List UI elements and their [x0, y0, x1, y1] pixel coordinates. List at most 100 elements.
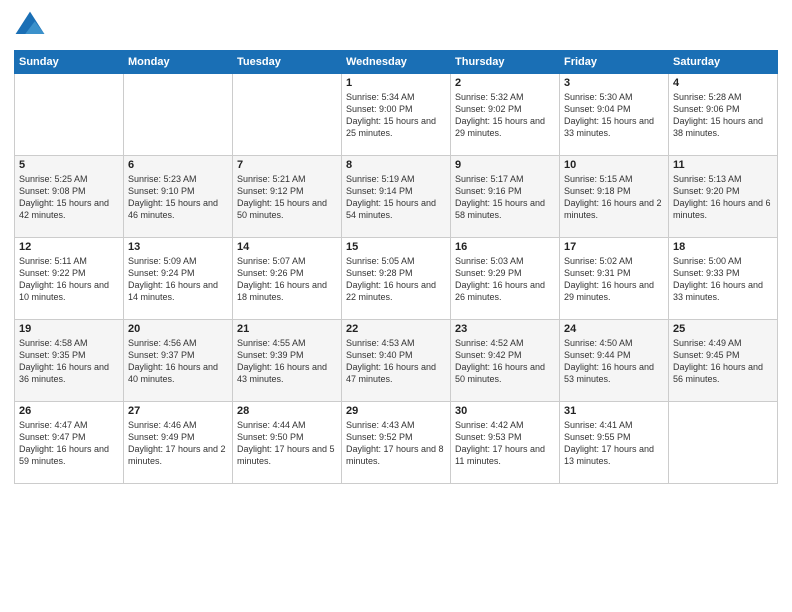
day-number: 23: [455, 323, 555, 335]
day-info: Sunrise: 5:13 AM Sunset: 9:20 PM Dayligh…: [673, 173, 773, 222]
day-number: 31: [564, 405, 664, 417]
day-info: Sunrise: 4:53 AM Sunset: 9:40 PM Dayligh…: [346, 337, 446, 386]
day-number: 20: [128, 323, 228, 335]
day-info: Sunrise: 4:47 AM Sunset: 9:47 PM Dayligh…: [19, 419, 119, 468]
day-cell: 3Sunrise: 5:30 AM Sunset: 9:04 PM Daylig…: [560, 74, 669, 156]
day-number: 5: [19, 159, 119, 171]
day-cell: 9 Sunrise: 5:17 AM Sunset: 9:16 PM Daylig…: [451, 156, 560, 238]
day-info: Sunrise: 5:05 AM Sunset: 9:28 PM Dayligh…: [346, 255, 446, 304]
day-cell: [15, 74, 124, 156]
day-number: 15: [346, 241, 446, 253]
day-cell: 15 Sunrise: 5:05 AM Sunset: 9:28 PM Dayli…: [342, 238, 451, 320]
day-cell: 25 Sunrise: 4:49 AM Sunset: 9:45 PM Dayli…: [669, 320, 778, 402]
day-cell: 20 Sunrise: 4:56 AM Sunset: 9:37 PM Dayli…: [124, 320, 233, 402]
day-number: 6: [128, 159, 228, 171]
logo-icon: [14, 10, 46, 42]
day-cell: 28 Sunrise: 4:44 AM Sunset: 9:50 PM Dayli…: [233, 402, 342, 484]
day-cell: 21 Sunrise: 4:55 AM Sunset: 9:39 PM Dayli…: [233, 320, 342, 402]
day-number: 26: [19, 405, 119, 417]
day-cell: 16 Sunrise: 5:03 AM Sunset: 9:29 PM Dayli…: [451, 238, 560, 320]
day-info: Sunrise: 5:11 AM Sunset: 9:22 PM Dayligh…: [19, 255, 119, 304]
day-cell: 17Sunrise: 5:02 AM Sunset: 9:31 PM Dayli…: [560, 238, 669, 320]
day-info: Sunrise: 4:50 AM Sunset: 9:44 PM Dayligh…: [564, 337, 664, 386]
day-number: 9: [455, 159, 555, 171]
day-number: 17: [564, 241, 664, 253]
day-info: Sunrise: 5:32 AM Sunset: 9:02 PM Dayligh…: [455, 91, 555, 140]
day-cell: 6 Sunrise: 5:23 AM Sunset: 9:10 PM Daylig…: [124, 156, 233, 238]
day-cell: 30Sunrise: 4:42 AM Sunset: 9:53 PM Dayli…: [451, 402, 560, 484]
day-info: Sunrise: 5:09 AM Sunset: 9:24 PM Dayligh…: [128, 255, 228, 304]
day-info: Sunrise: 4:56 AM Sunset: 9:37 PM Dayligh…: [128, 337, 228, 386]
day-cell: 24 Sunrise: 4:50 AM Sunset: 9:44 PM Dayli…: [560, 320, 669, 402]
col-header-sunday: Sunday: [15, 51, 124, 74]
day-info: Sunrise: 5:30 AM Sunset: 9:04 PM Dayligh…: [564, 91, 664, 140]
col-header-tuesday: Tuesday: [233, 51, 342, 74]
day-cell: [124, 74, 233, 156]
day-info: Sunrise: 5:15 AM Sunset: 9:18 PM Dayligh…: [564, 173, 664, 222]
day-info: Sunrise: 4:58 AM Sunset: 9:35 PM Dayligh…: [19, 337, 119, 386]
day-number: 24: [564, 323, 664, 335]
day-info: Sunrise: 5:17 AM Sunset: 9:16 PM Dayligh…: [455, 173, 555, 222]
day-cell: 11 Sunrise: 5:13 AM Sunset: 9:20 PM Dayli…: [669, 156, 778, 238]
day-number: 16: [455, 241, 555, 253]
day-number: 19: [19, 323, 119, 335]
day-cell: 27Sunrise: 4:46 AM Sunset: 9:49 PM Dayli…: [124, 402, 233, 484]
day-info: Sunrise: 4:41 AM Sunset: 9:55 PM Dayligh…: [564, 419, 664, 468]
day-cell: [233, 74, 342, 156]
day-number: 1: [346, 77, 446, 89]
col-header-friday: Friday: [560, 51, 669, 74]
week-row-4: 26 Sunrise: 4:47 AM Sunset: 9:47 PM Dayli…: [15, 402, 778, 484]
day-number: 8: [346, 159, 446, 171]
day-cell: 31 Sunrise: 4:41 AM Sunset: 9:55 PM Dayli…: [560, 402, 669, 484]
day-number: 12: [19, 241, 119, 253]
day-number: 2: [455, 77, 555, 89]
page: SundayMondayTuesdayWednesdayThursdayFrid…: [0, 0, 792, 612]
day-info: Sunrise: 5:19 AM Sunset: 9:14 PM Dayligh…: [346, 173, 446, 222]
calendar-table: SundayMondayTuesdayWednesdayThursdayFrid…: [14, 50, 778, 484]
day-cell: 18 Sunrise: 5:00 AM Sunset: 9:33 PM Dayli…: [669, 238, 778, 320]
day-info: Sunrise: 5:21 AM Sunset: 9:12 PM Dayligh…: [237, 173, 337, 222]
day-number: 28: [237, 405, 337, 417]
day-cell: 13 Sunrise: 5:09 AM Sunset: 9:24 PM Dayli…: [124, 238, 233, 320]
day-number: 7: [237, 159, 337, 171]
day-cell: 22Sunrise: 4:53 AM Sunset: 9:40 PM Dayli…: [342, 320, 451, 402]
day-info: Sunrise: 5:34 AM Sunset: 9:00 PM Dayligh…: [346, 91, 446, 140]
week-row-3: 19 Sunrise: 4:58 AM Sunset: 9:35 PM Dayli…: [15, 320, 778, 402]
day-info: Sunrise: 4:55 AM Sunset: 9:39 PM Dayligh…: [237, 337, 337, 386]
day-number: 4: [673, 77, 773, 89]
day-number: 18: [673, 241, 773, 253]
day-number: 11: [673, 159, 773, 171]
day-number: 21: [237, 323, 337, 335]
calendar-header-row: SundayMondayTuesdayWednesdayThursdayFrid…: [15, 51, 778, 74]
day-cell: [669, 402, 778, 484]
week-row-0: 1 Sunrise: 5:34 AM Sunset: 9:00 PM Daylig…: [15, 74, 778, 156]
col-header-wednesday: Wednesday: [342, 51, 451, 74]
day-info: Sunrise: 4:44 AM Sunset: 9:50 PM Dayligh…: [237, 419, 337, 468]
day-cell: 23 Sunrise: 4:52 AM Sunset: 9:42 PM Dayli…: [451, 320, 560, 402]
day-info: Sunrise: 5:25 AM Sunset: 9:08 PM Dayligh…: [19, 173, 119, 222]
day-cell: 8 Sunrise: 5:19 AM Sunset: 9:14 PM Daylig…: [342, 156, 451, 238]
day-info: Sunrise: 5:23 AM Sunset: 9:10 PM Dayligh…: [128, 173, 228, 222]
day-number: 14: [237, 241, 337, 253]
day-number: 25: [673, 323, 773, 335]
day-cell: 26 Sunrise: 4:47 AM Sunset: 9:47 PM Dayli…: [15, 402, 124, 484]
day-info: Sunrise: 4:52 AM Sunset: 9:42 PM Dayligh…: [455, 337, 555, 386]
day-cell: 7 Sunrise: 5:21 AM Sunset: 9:12 PM Daylig…: [233, 156, 342, 238]
day-info: Sunrise: 5:00 AM Sunset: 9:33 PM Dayligh…: [673, 255, 773, 304]
day-cell: 4Sunrise: 5:28 AM Sunset: 9:06 PM Daylig…: [669, 74, 778, 156]
day-number: 29: [346, 405, 446, 417]
header: [14, 10, 778, 42]
day-number: 27: [128, 405, 228, 417]
day-cell: 5 Sunrise: 5:25 AM Sunset: 9:08 PM Daylig…: [15, 156, 124, 238]
week-row-2: 12 Sunrise: 5:11 AM Sunset: 9:22 PM Dayli…: [15, 238, 778, 320]
day-cell: 14Sunrise: 5:07 AM Sunset: 9:26 PM Dayli…: [233, 238, 342, 320]
day-cell: 10 Sunrise: 5:15 AM Sunset: 9:18 PM Dayli…: [560, 156, 669, 238]
day-cell: 29Sunrise: 4:43 AM Sunset: 9:52 PM Dayli…: [342, 402, 451, 484]
week-row-1: 5 Sunrise: 5:25 AM Sunset: 9:08 PM Daylig…: [15, 156, 778, 238]
day-info: Sunrise: 5:03 AM Sunset: 9:29 PM Dayligh…: [455, 255, 555, 304]
day-number: 13: [128, 241, 228, 253]
day-info: Sunrise: 4:42 AM Sunset: 9:53 PM Dayligh…: [455, 419, 555, 468]
day-number: 10: [564, 159, 664, 171]
day-info: Sunrise: 4:49 AM Sunset: 9:45 PM Dayligh…: [673, 337, 773, 386]
col-header-thursday: Thursday: [451, 51, 560, 74]
